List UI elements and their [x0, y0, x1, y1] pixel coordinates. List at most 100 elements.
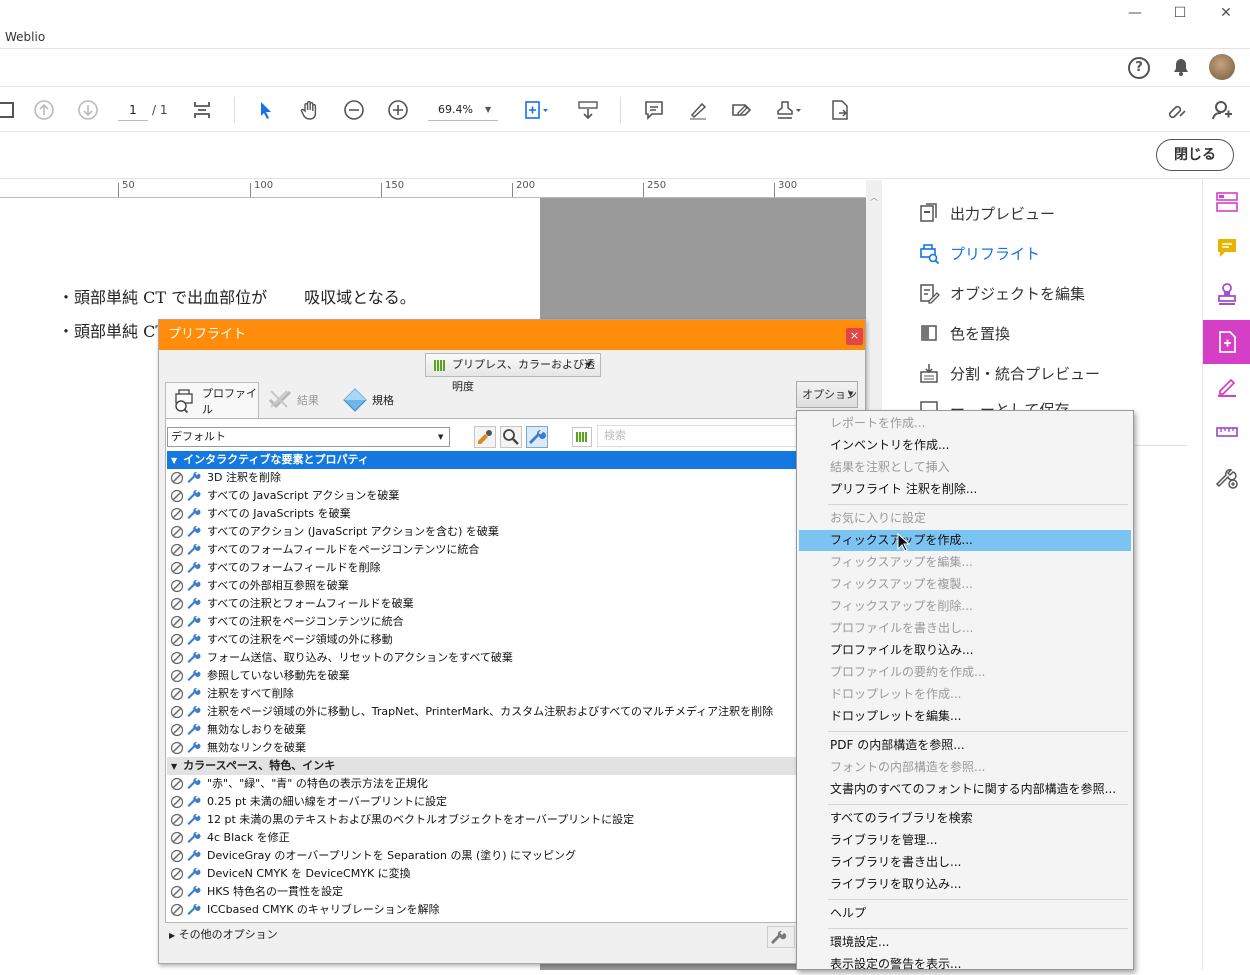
create-pdf-icon[interactable] — [1203, 320, 1250, 364]
scroll-up-icon[interactable]: ︿ — [870, 192, 878, 203]
zoom-in-icon[interactable] — [384, 96, 412, 124]
fix-button[interactable] — [767, 926, 795, 948]
fixup-row[interactable]: DeviceN CMYK を DeviceCMYK に変換 — [167, 865, 799, 883]
fixup-filter-icon[interactable] — [526, 426, 548, 448]
chevron-down-icon: ▼ — [485, 105, 492, 114]
profile-library-select[interactable]: デフォルト ▼ — [167, 427, 450, 447]
fixup-row[interactable]: すべての注釈をページ領域の外に移動 — [167, 631, 799, 649]
menu-item[interactable]: すべてのライブラリを検索 — [799, 808, 1131, 829]
menu-item[interactable]: ライブラリを管理... — [799, 830, 1131, 851]
new-profile-icon[interactable] — [474, 426, 496, 448]
fixup-row[interactable]: 12 pt 未満の黒のテキストおよび黒のベクトルオブジェクトをオーバープリントに… — [167, 811, 799, 829]
avatar[interactable] — [1209, 54, 1235, 80]
fixup-row[interactable]: すべての注釈とフォームフィールドを破棄 — [167, 595, 799, 613]
maximize-button[interactable]: ☐ — [1160, 4, 1200, 22]
menu-item[interactable]: 環境設定... — [799, 932, 1131, 953]
dialog-close-button[interactable]: × — [846, 328, 863, 345]
menu-item[interactable]: PDF の内部構造を参照... — [799, 735, 1131, 756]
scroll-mode-icon[interactable] — [574, 96, 602, 124]
stamp-icon[interactable] — [774, 96, 802, 124]
window-close-button[interactable]: ✕ — [1206, 4, 1246, 22]
menu-item[interactable]: ライブラリを取り込み... — [799, 874, 1131, 895]
fixup-row[interactable]: HKS 特色名の一貫性を設定 — [167, 883, 799, 901]
next-page-icon[interactable] — [74, 96, 102, 124]
page-display-icon[interactable] — [522, 96, 550, 124]
caret-down-icon: ▼ — [171, 456, 178, 465]
more-options-toggle[interactable]: ▶ その他のオプション — [169, 926, 278, 942]
menu-item[interactable]: 文書内のすべてのフォントに関する内部構造を参照... — [799, 779, 1131, 800]
fixup-row[interactable]: 注釈をすべて削除 — [167, 685, 799, 703]
find-icon[interactable] — [500, 426, 522, 448]
fit-page-icon[interactable] — [188, 96, 216, 124]
fixup-group-header[interactable]: ▼ インタラクティブな要素とプロパティ — [167, 451, 799, 469]
menu-item[interactable]: プリフライト 注釈を削除... — [799, 479, 1131, 500]
bar-chart-icon[interactable] — [572, 427, 592, 447]
search-input[interactable]: 検索 — [597, 425, 797, 447]
fixup-row[interactable]: 参照していない移動先を破棄 — [167, 667, 799, 685]
more-tools-icon[interactable] — [1203, 458, 1250, 498]
fixup-row[interactable]: ICCbased CMYK のキャリブレーションを解除 — [167, 901, 799, 919]
fixup-row[interactable]: すべてのフォームフィールドをページコンテンツに統合 — [167, 541, 799, 559]
fixup-row[interactable]: 無効なリンクを破棄 — [167, 739, 799, 757]
fixup-group-header[interactable]: ▼ カラースペース、特色、インキ — [167, 757, 799, 775]
menu-item[interactable]: フィックスアップを作成... — [799, 530, 1131, 551]
fixup-row[interactable]: 4c Black を修正 — [167, 829, 799, 847]
fixup-row[interactable]: すべてのフォームフィールドを削除 — [167, 559, 799, 577]
tab-results[interactable]: 結果 — [267, 383, 319, 417]
fixup-label: 12 pt 未満の黒のテキストおよび黒のベクトルオブジェクトをオーバープリントに… — [207, 813, 635, 826]
zoom-level-select[interactable]: 69.4% ▼ — [428, 99, 498, 121]
fixup-row[interactable]: 0.25 pt 未満の細い線をオーバープリントに設定 — [167, 793, 799, 811]
fixup-row[interactable]: 3D 注釈を削除 — [167, 469, 799, 487]
tool-replace-color[interactable]: 色を置換 — [918, 319, 1010, 347]
menu-item[interactable]: ドロップレットを編集... — [799, 706, 1131, 727]
sign-icon[interactable] — [728, 96, 756, 124]
tool-edit-object[interactable]: オブジェクトを編集 — [918, 279, 1085, 307]
fixup-row[interactable]: すべての外部相互参照を破棄 — [167, 577, 799, 595]
measure-icon[interactable] — [1203, 412, 1250, 452]
tab-standards[interactable]: 規格 — [342, 383, 394, 417]
select-tool-icon[interactable] — [252, 96, 280, 124]
organize-pages-icon[interactable] — [1203, 182, 1250, 222]
status-icon — [170, 741, 184, 755]
fixup-row[interactable]: DeviceGray のオーバープリントを Separation の黒 (塗り)… — [167, 847, 799, 865]
fixup-row[interactable]: "赤"、"緑"、"青" の特色の表示方法を正規化 — [167, 775, 799, 793]
menu-item[interactable]: 表示設定の警告を表示... — [799, 954, 1131, 975]
options-button[interactable]: オプション ▼ — [796, 381, 858, 408]
zoom-out-icon[interactable] — [340, 96, 368, 124]
hand-tool-icon[interactable] — [296, 96, 324, 124]
save-icon[interactable] — [0, 96, 20, 124]
fixup-row[interactable]: 注釈をページ領域の外に移動し、TrapNet、PrinterMark、カスタム注… — [167, 703, 799, 721]
fixup-row[interactable]: すべての JavaScripts を破棄 — [167, 505, 799, 523]
share-link-icon[interactable] — [1163, 96, 1191, 124]
tool-preflight[interactable]: プリフライト — [918, 239, 1040, 267]
menu-item[interactable]: インベントリを作成... — [799, 435, 1131, 456]
add-user-icon[interactable] — [1208, 96, 1236, 124]
fixup-label: すべてのフォームフィールドを削除 — [207, 561, 381, 574]
menu-item[interactable]: ライブラリを書き出し... — [799, 852, 1131, 873]
comment-icon[interactable] — [640, 96, 668, 124]
fixup-row[interactable]: 無効なしおりを破棄 — [167, 721, 799, 739]
bell-icon[interactable] — [1170, 56, 1192, 78]
tab-profile[interactable]: プロファイル — [165, 382, 259, 418]
prev-page-icon[interactable] — [30, 96, 58, 124]
fixup-row[interactable]: すべてのアクション (JavaScript アクションを含む) を破棄 — [167, 523, 799, 541]
preset-dropdown[interactable]: プリプレス、カラーおよび透明度 ▼ — [425, 353, 601, 393]
minimize-button[interactable]: — — [1115, 4, 1155, 22]
fixup-row[interactable]: フォーム送信、取り込み、リセットのアクションをすべて破棄 — [167, 649, 799, 667]
fixup-row[interactable]: すべての注釈をページコンテンツに統合 — [167, 613, 799, 631]
help-icon[interactable]: ? — [1128, 57, 1150, 79]
tool-output-preview[interactable]: 出力プレビュー — [918, 199, 1055, 227]
stamp-tool-icon[interactable] — [1203, 274, 1250, 314]
export-pdf-icon[interactable] — [826, 96, 854, 124]
tool-flattener-preview[interactable]: 分割・統合プレビュー — [918, 359, 1100, 387]
close-tool-button[interactable]: 閉じる — [1156, 139, 1234, 171]
fixup-row[interactable]: すべての JavaScript アクションを破棄 — [167, 487, 799, 505]
fill-sign-icon[interactable] — [1203, 367, 1250, 407]
page-number-input[interactable]: 1 — [118, 99, 148, 121]
highlight-icon[interactable] — [684, 96, 712, 124]
menu-item[interactable]: ヘルプ — [799, 903, 1131, 924]
menu-item[interactable]: プロファイルを取り込み... — [799, 640, 1131, 661]
comment-tool-icon[interactable] — [1203, 228, 1250, 268]
ruler-label: 50 — [122, 180, 135, 191]
group-label: カラースペース、特色、インキ — [183, 759, 336, 772]
